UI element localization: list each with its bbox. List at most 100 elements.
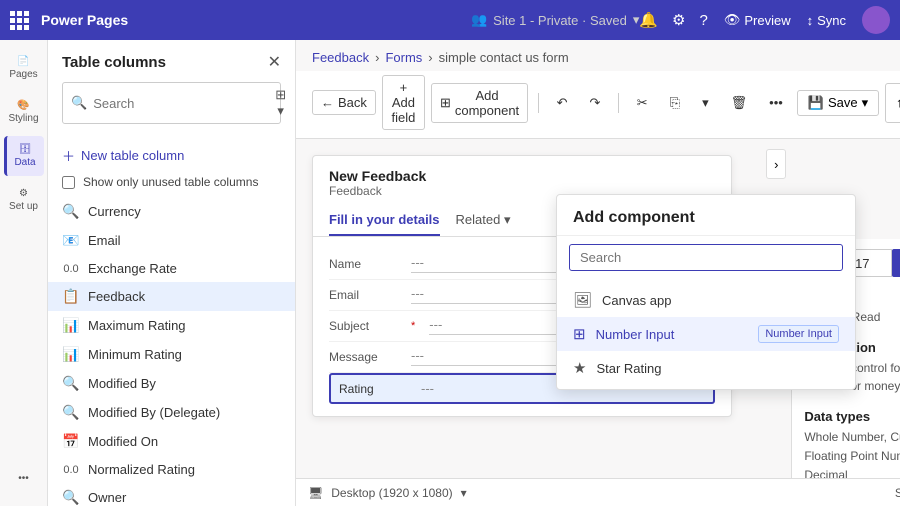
add-comp-canvas-app[interactable]: 🖼 Canvas app xyxy=(557,283,855,317)
copy-icon: ⎘ xyxy=(670,95,680,111)
data-types-section: Data types Whole Number, Currency, Float… xyxy=(804,409,900,478)
copy-button[interactable]: ⎘ xyxy=(662,91,688,115)
sidebar-item-styling[interactable]: 🎨 Styling xyxy=(4,92,44,132)
breadcrumb-feedback[interactable]: Feedback xyxy=(312,50,369,65)
tab-related[interactable]: Related ▾ xyxy=(456,208,511,236)
back-button[interactable]: ← Back xyxy=(312,90,376,115)
app-logo: Power Pages xyxy=(10,11,471,30)
currency-icon: 🔍 xyxy=(62,203,80,220)
search-input[interactable] xyxy=(93,96,269,111)
show-hidden-button[interactable]: Show hidden xyxy=(895,486,900,500)
plus-icon: ＋ xyxy=(62,146,75,165)
collapse-panel-button[interactable]: › xyxy=(766,149,786,179)
publish-button[interactable]: ↑ Publish form xyxy=(885,83,900,123)
col-item-feedback[interactable]: 📋 Feedback xyxy=(48,282,295,311)
new-table-column-button[interactable]: ＋ New table column xyxy=(48,140,295,171)
sidebar-item-setup[interactable]: ⚙ Set up xyxy=(4,180,44,220)
cut-icon: ✂ xyxy=(637,95,648,111)
more-options-button[interactable]: ••• xyxy=(761,91,791,114)
owner-icon: 🔍 xyxy=(62,489,80,506)
sidebar-item-data[interactable]: 🗄 Data xyxy=(4,136,44,176)
number-input-badge: Number Input xyxy=(758,325,839,343)
email-icon: 📧 xyxy=(62,232,80,249)
left-sidebar: 📄 Pages 🎨 Styling 🗄 Data ⚙ Set up ••• xyxy=(0,40,48,506)
form-area: Feedback › Forms › simple contact us for… xyxy=(296,40,900,506)
redo-button[interactable]: ↷ xyxy=(581,91,608,115)
settings-icon[interactable]: ⚙ xyxy=(672,13,685,28)
filter-button[interactable]: ⊞ ▾ xyxy=(275,87,286,119)
breadcrumb-current: simple contact us form xyxy=(439,50,569,65)
component-icon: ⊞ xyxy=(440,95,451,111)
setup-icon: ⚙ xyxy=(19,188,28,199)
normalized-rating-icon: 0.0 xyxy=(62,464,80,476)
add-component-search-area xyxy=(557,236,855,279)
help-icon[interactable]: ? xyxy=(699,13,707,28)
max-rating-icon: 📊 xyxy=(62,317,80,334)
tab-fill-details[interactable]: Fill in your details xyxy=(329,208,440,236)
paste-dropdown-button[interactable]: ▾ xyxy=(694,91,717,115)
site-info-bar: 👥 Site 1 - Private · Saved ▾ xyxy=(471,12,639,28)
exchange-rate-icon: 0.0 xyxy=(62,263,80,275)
data-types-title: Data types xyxy=(804,409,900,424)
breadcrumb-sep2: › xyxy=(428,50,432,65)
add-component-button[interactable]: ⊞ Add component xyxy=(431,83,528,123)
stepper-plus-button[interactable]: + xyxy=(892,249,900,277)
add-component-search-input[interactable] xyxy=(569,244,843,271)
undo-button[interactable]: ↶ xyxy=(549,91,576,115)
add-comp-number-input[interactable]: ⊞ Number Input Number Input xyxy=(557,317,855,351)
back-icon: ← xyxy=(321,95,334,110)
top-bar-right: 🔔 ⚙ ? 👁 Preview ↕ Sync xyxy=(639,6,890,34)
modified-on-icon: 📅 xyxy=(62,433,80,450)
col-item-exchange-rate[interactable]: 0.0 Exchange Rate xyxy=(48,255,295,282)
col-item-currency[interactable]: 🔍 Currency xyxy=(48,197,295,226)
cut-button[interactable]: ✂ xyxy=(629,91,656,115)
desktop-icon: 🖥 xyxy=(308,486,323,500)
notifications-icon[interactable]: 🔔 xyxy=(639,13,658,28)
top-bar-icons: 🔔 ⚙ ? xyxy=(639,13,707,28)
preview-button[interactable]: 👁 Preview xyxy=(724,12,791,28)
delete-button[interactable]: 🗑 xyxy=(723,91,756,115)
avatar[interactable] xyxy=(862,6,890,34)
modified-by-icon: 🔍 xyxy=(62,375,80,392)
sidebar-item-pages[interactable]: 📄 Pages xyxy=(4,48,44,88)
col-item-modified-on[interactable]: 📅 Modified On xyxy=(48,427,295,456)
add-component-panel: Add component 🖼 Canvas app ⊞ Number Inpu… xyxy=(556,194,856,390)
sidebar-item-more[interactable]: ••• xyxy=(4,458,44,498)
more-icon: ••• xyxy=(18,473,29,484)
sync-button[interactable]: ↕ Sync xyxy=(807,13,846,28)
col-item-owner[interactable]: 🔍 Owner xyxy=(48,483,295,506)
add-field-button[interactable]: + Add field xyxy=(382,75,425,130)
save-button[interactable]: 💾 Save ▾ xyxy=(797,90,879,116)
redo-icon: ↷ xyxy=(589,95,600,111)
close-panel-button[interactable]: ✕ xyxy=(268,52,281,72)
chevron-down-icon: ▾ xyxy=(702,95,709,111)
desktop-chevron-icon: ▾ xyxy=(461,486,467,500)
star-icon: ★ xyxy=(573,359,586,377)
feedback-icon: 📋 xyxy=(62,288,80,305)
site-info-text: Site 1 - Private · Saved xyxy=(493,13,627,28)
add-comp-star-rating[interactable]: ★ Star Rating xyxy=(557,351,855,385)
col-item-normalized-rating[interactable]: 0.0 Normalized Rating xyxy=(48,456,295,483)
col-item-min-rating[interactable]: 📊 Minimum Rating xyxy=(48,340,295,369)
show-unused-checkbox[interactable] xyxy=(62,176,75,189)
col-item-modified-by-delegate[interactable]: 🔍 Modified By (Delegate) xyxy=(48,398,295,427)
undo-icon: ↶ xyxy=(557,95,568,111)
col-item-modified-by[interactable]: 🔍 Modified By xyxy=(48,369,295,398)
breadcrumb-forms[interactable]: Forms xyxy=(385,50,422,65)
desktop-label: Desktop (1920 x 1080) xyxy=(331,486,452,500)
number-input-icon: ⊞ xyxy=(573,325,586,343)
top-bar: Power Pages 👥 Site 1 - Private · Saved ▾… xyxy=(0,0,900,40)
show-unused-checkbox-row: Show only unused table columns xyxy=(48,171,295,197)
save-chevron-icon: ▾ xyxy=(862,95,869,111)
pages-icon: 📄 xyxy=(17,56,29,67)
publish-icon: ↑ xyxy=(896,95,900,110)
canvas-app-icon: 🖼 xyxy=(573,291,592,309)
search-box: 🔍 ⊞ ▾ xyxy=(62,82,281,124)
people-icon: 👥 xyxy=(471,12,487,28)
sync-icon: ↕ xyxy=(807,13,814,28)
col-item-email[interactable]: 📧 Email xyxy=(48,226,295,255)
bottom-bar: 🖥 Desktop (1920 x 1080) ▾ Show hidden xyxy=(296,478,900,506)
modified-by-delegate-icon: 🔍 xyxy=(62,404,80,421)
col-item-max-rating[interactable]: 📊 Maximum Rating xyxy=(48,311,295,340)
toolbar: ← Back + Add field ⊞ Add component ↶ ↷ ✂… xyxy=(296,71,900,139)
